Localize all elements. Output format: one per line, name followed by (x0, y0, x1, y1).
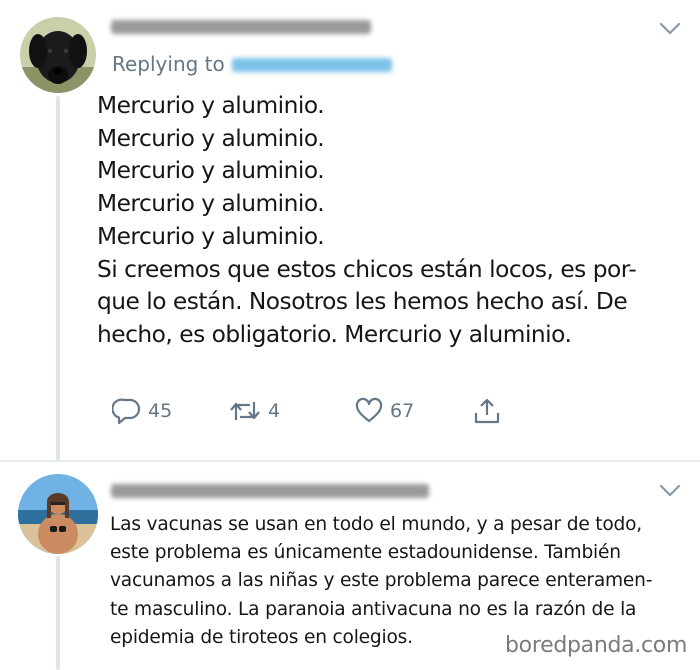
reply-icon (112, 398, 141, 425)
text-line: Si creemos que estos chicos están locos,… (97, 255, 637, 283)
share-icon (474, 398, 500, 424)
text-line: Las vacunas se usan en todo el mundo, y … (110, 514, 643, 535)
chevron-down-icon[interactable] (659, 484, 681, 498)
heart-icon (355, 397, 383, 423)
tweet-2-text: Las vacunas se usan en todo el mundo, y … (110, 511, 695, 652)
text-line: hecho, es obligatorio. Mercurio y alumin… (97, 320, 572, 348)
like-button[interactable]: 67 (354, 396, 414, 426)
username-blurred[interactable] (111, 484, 429, 498)
reply-button[interactable]: 45 (112, 396, 172, 426)
action-bar: 45 4 67 (0, 396, 700, 428)
like-count: 67 (390, 400, 415, 422)
retweet-button[interactable]: 4 (228, 396, 280, 426)
tweet-1-text: Mercurio y aluminio. Mercurio y aluminio… (97, 90, 697, 352)
text-line: Mercurio y aluminio. (97, 124, 325, 152)
text-line: que lo están. Nosotros les hemos hecho a… (97, 288, 628, 316)
reply-count: 45 (148, 400, 173, 422)
avatar-beach[interactable] (18, 474, 98, 554)
replying-to-label: Replying to (112, 52, 225, 76)
username-blurred[interactable] (111, 20, 371, 34)
avatar-dog[interactable] (20, 17, 96, 93)
thread-line (56, 556, 60, 670)
text-line: Mercurio y aluminio. (97, 190, 325, 218)
text-line: vacunamos a las niñas y este problema pa… (110, 570, 653, 592)
share-button[interactable] (472, 396, 502, 426)
chevron-down-icon[interactable] (659, 22, 681, 36)
tweet-1: Replying to Mercurio y aluminio. Mercuri… (0, 0, 700, 460)
mention-blurred[interactable] (232, 58, 392, 72)
text-line: te masculino. La paranoia antivacuna no … (110, 598, 637, 620)
text-line: este problema es únicamente estadouniden… (110, 542, 621, 564)
retweet-icon (230, 402, 260, 420)
text-line: Mercurio y aluminio. (97, 222, 325, 250)
text-line: Mercurio y aluminio. (97, 157, 325, 185)
watermark: boredpanda.com (505, 633, 688, 658)
text-line: Mercurio y aluminio. (97, 92, 325, 119)
retweet-count: 4 (268, 400, 281, 422)
